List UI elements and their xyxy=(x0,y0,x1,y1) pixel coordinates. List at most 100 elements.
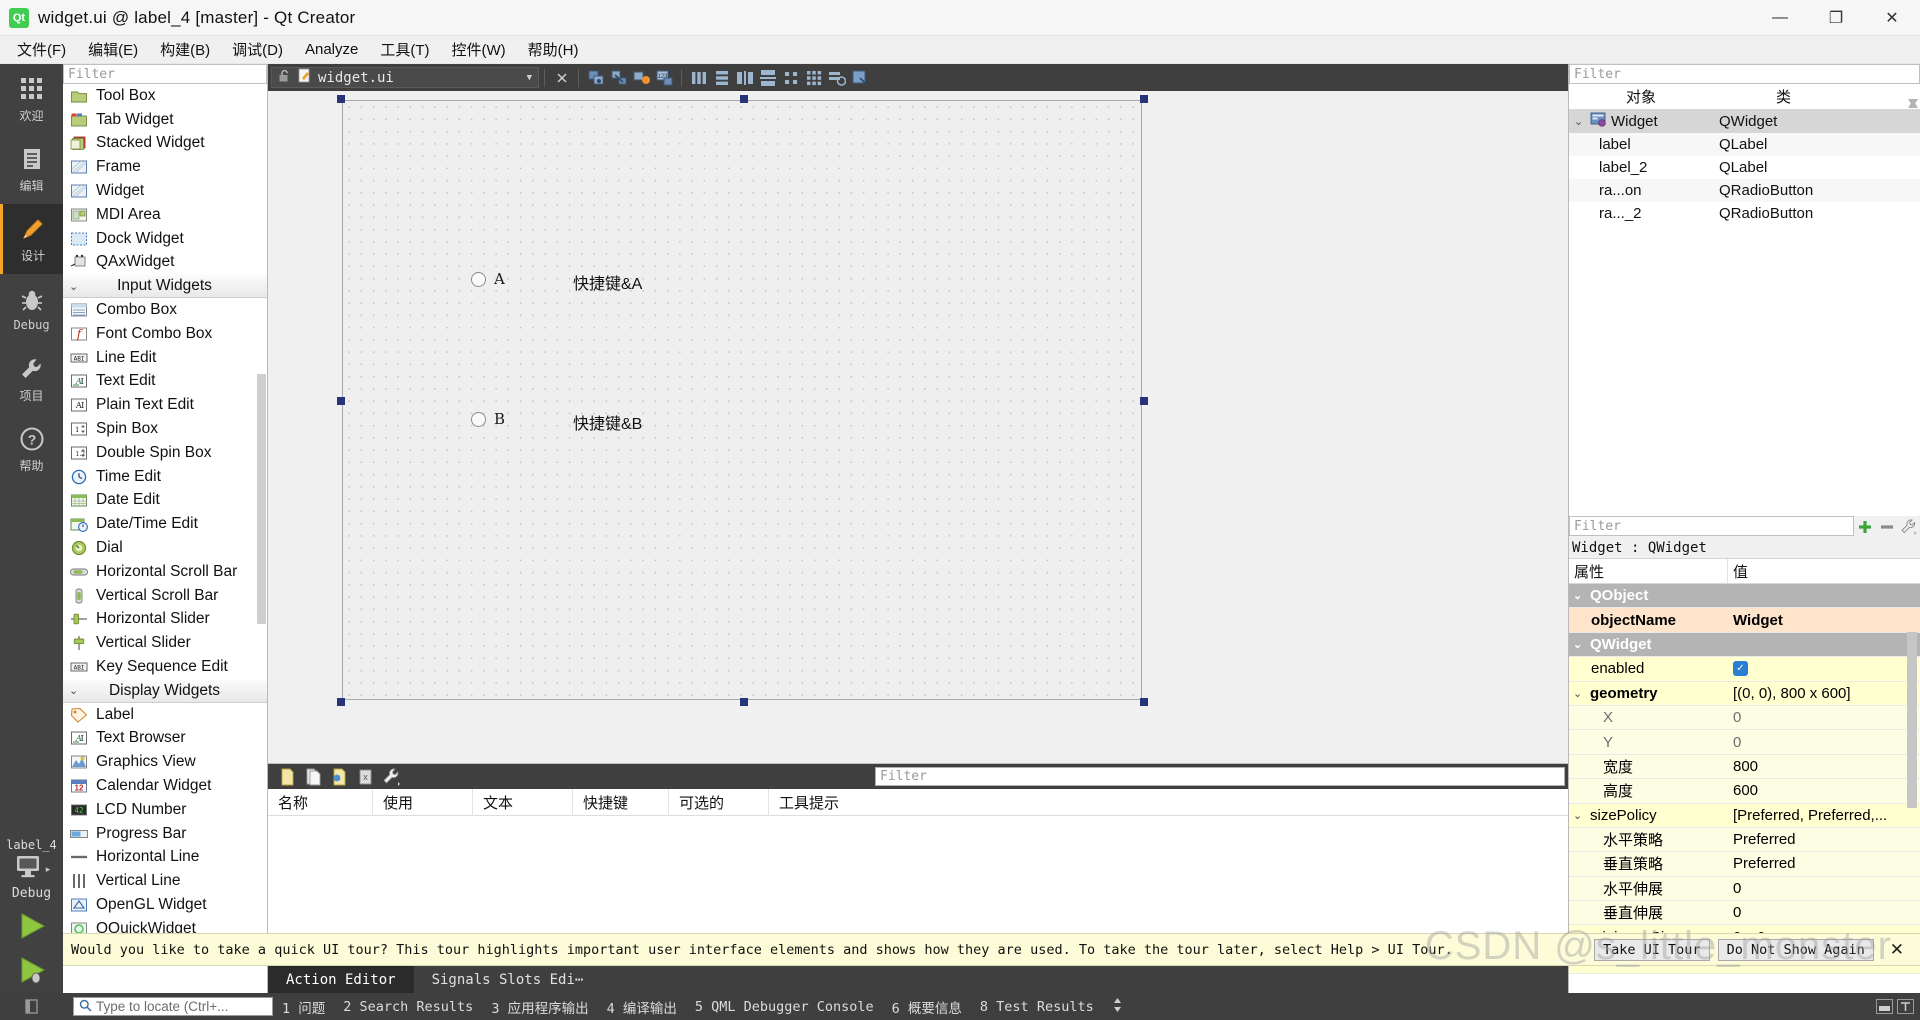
document-selector[interactable]: widget.ui ▼ xyxy=(271,67,539,88)
pe-column-value[interactable]: 值 xyxy=(1728,559,1748,583)
widget-item-date-time-edit[interactable]: Date/Time Edit xyxy=(63,512,267,536)
widget-box-list[interactable]: Tool Box Tab Widget Stacked Widget Frame Wid… xyxy=(63,84,267,993)
widget-item-dial[interactable]: Dial xyxy=(63,536,267,560)
minimize-button[interactable]: — xyxy=(1752,0,1808,36)
chevron-down-icon[interactable]: ⌄ xyxy=(1573,638,1586,651)
resize-handle-top[interactable] xyxy=(740,95,748,103)
output-pane-icon[interactable] xyxy=(1876,999,1893,1014)
start-debugging-button[interactable] xyxy=(0,947,63,993)
widget-item-horizontal-line[interactable]: Horizontal Line xyxy=(63,846,267,870)
checkbox-checked-icon[interactable]: ✓ xyxy=(1733,661,1748,677)
mode-welcome[interactable]: 欢迎 xyxy=(0,64,63,134)
property-row[interactable]: 垂直伸展 0 xyxy=(1569,901,1920,926)
column-header-tooltip[interactable]: 工具提示 xyxy=(769,789,949,816)
widget-item-label[interactable]: Label xyxy=(63,703,267,727)
edit-tab-order-icon[interactable]: 123 xyxy=(653,67,676,88)
widget-item-frame[interactable]: Frame xyxy=(63,155,267,179)
run-button[interactable] xyxy=(0,905,63,947)
wrench-icon[interactable] xyxy=(1898,516,1920,538)
pe-column-property[interactable]: 属性 xyxy=(1569,559,1728,583)
property-row[interactable]: enabled ✓ xyxy=(1569,657,1920,682)
output-pane-test-results[interactable]: 8 Test Results xyxy=(971,999,1103,1015)
widget-item-text-browser[interactable]: A I Text Browser xyxy=(63,727,267,751)
property-row[interactable]: 水平策略 Preferred xyxy=(1569,827,1920,853)
kit-selector[interactable]: label_4 ▸ Debug xyxy=(0,832,63,905)
widget-item-graphics-view[interactable]: Graphics View xyxy=(63,750,267,774)
layout-splitter-vertical-icon[interactable] xyxy=(756,67,779,88)
layout-vertically-icon[interactable] xyxy=(710,67,733,88)
radio-b[interactable]: B xyxy=(471,410,505,428)
new-action-icon[interactable] xyxy=(276,766,299,787)
property-value-cell[interactable]: [(0, 0), 800 x 600] xyxy=(1728,682,1920,705)
action-editor-filter[interactable]: Filter xyxy=(875,767,1565,786)
widget-item-double-spin-box[interactable]: 1.2 Double Spin Box xyxy=(63,441,267,465)
layout-horizontally-icon[interactable] xyxy=(687,67,710,88)
widget-item-line-edit[interactable]: ABI Line Edit xyxy=(63,346,267,370)
resize-handle-top-left[interactable] xyxy=(337,95,345,103)
widget-item-progress-bar[interactable]: Progress Bar xyxy=(63,822,267,846)
take-ui-tour-button[interactable]: Take UI Tour xyxy=(1594,938,1710,961)
resize-handle-right[interactable] xyxy=(1140,397,1148,405)
adjust-size-icon[interactable] xyxy=(848,67,871,88)
oi-column-object[interactable]: 对象 xyxy=(1626,84,1776,109)
resize-handle-bottom-left[interactable] xyxy=(337,698,345,706)
mode-design[interactable]: 设计 xyxy=(0,204,63,274)
resize-handle-left[interactable] xyxy=(337,397,345,405)
property-value-cell[interactable]: 800 xyxy=(1728,755,1920,778)
minus-icon[interactable] xyxy=(1876,516,1898,538)
chevron-down-icon[interactable]: ⌄ xyxy=(1573,809,1586,822)
menu-file[interactable]: 文件(F) xyxy=(6,36,77,63)
output-pane-search[interactable]: 2 Search Results xyxy=(334,999,482,1015)
form-widget[interactable]: A 快捷键&A B 快捷键&B xyxy=(342,100,1142,700)
resize-handle-bottom[interactable] xyxy=(740,698,748,706)
object-inspector-filter[interactable]: Filter xyxy=(1569,64,1920,84)
object-inspector-scroll-down[interactable] xyxy=(1907,96,1918,110)
close-icon[interactable] xyxy=(550,67,573,88)
column-header-text[interactable]: 文本 xyxy=(473,788,573,816)
column-header-name[interactable]: 名称 xyxy=(268,788,373,816)
resize-handle-bottom-right[interactable] xyxy=(1140,698,1148,706)
property-value-cell[interactable]: [Preferred, Preferred,... xyxy=(1728,804,1920,827)
output-pane-overview[interactable]: 6 概要信息 xyxy=(883,997,971,1017)
property-row[interactable]: objectName Widget xyxy=(1569,608,1920,633)
property-value-cell[interactable]: Widget xyxy=(1728,608,1920,631)
widget-item-dock-widget[interactable]: Dock Widget xyxy=(63,227,267,251)
object-inspector-row[interactable]: ra...on QRadioButton xyxy=(1569,179,1920,202)
widget-item-horizontal-scroll-bar[interactable]: Horizontal Scroll Bar xyxy=(63,560,267,584)
property-value-cell[interactable]: 0 xyxy=(1728,901,1920,924)
locator-input[interactable]: Type to locate (Ctrl+... xyxy=(73,997,273,1016)
property-row[interactable]: 水平伸展 0 xyxy=(1569,876,1920,902)
configure-icon[interactable] xyxy=(380,766,403,787)
menu-window[interactable]: 控件(W) xyxy=(441,36,517,63)
mode-projects[interactable]: 项目 xyxy=(0,344,63,414)
layout-form-icon[interactable] xyxy=(779,67,802,88)
widget-item-mdi-area[interactable]: MDI Area xyxy=(63,203,267,227)
chevron-down-icon[interactable]: ⌄ xyxy=(1573,589,1586,602)
property-row[interactable]: ⌄ QObject xyxy=(1569,584,1920,609)
layout-grid-icon[interactable] xyxy=(802,67,825,88)
widget-item-font-combo-box[interactable]: f Font Combo Box xyxy=(63,322,267,346)
output-pane-compile[interactable]: 4 编译输出 xyxy=(598,997,686,1017)
widget-item-time-edit[interactable]: Time Edit xyxy=(63,465,267,489)
tab-action-editor[interactable]: Action Editor xyxy=(268,966,414,993)
chevron-down-icon[interactable]: ⌄ xyxy=(1573,687,1586,700)
menu-debug[interactable]: 调试(D) xyxy=(221,36,294,63)
label-shortcut-a[interactable]: 快捷键&A xyxy=(573,270,642,294)
column-header-checkable[interactable]: 可选的 xyxy=(669,788,769,816)
property-value-cell[interactable]: 0 xyxy=(1728,877,1920,900)
layout-splitter-horizontal-icon[interactable] xyxy=(733,67,756,88)
plus-icon[interactable] xyxy=(1854,516,1876,538)
property-row[interactable]: 高度 600 xyxy=(1569,779,1920,804)
widget-item-vertical-scroll-bar[interactable]: Vertical Scroll Bar xyxy=(63,584,267,608)
output-pane-issues[interactable]: 1 问题 xyxy=(273,997,334,1017)
property-row[interactable]: ⌄ geometry [(0, 0), 800 x 600] xyxy=(1569,681,1920,706)
radio-a[interactable]: A xyxy=(471,270,505,288)
property-value-cell[interactable]: 0 xyxy=(1728,730,1920,753)
maximize-button[interactable]: ❐ xyxy=(1808,0,1864,36)
property-row[interactable]: ⌄ QWidget xyxy=(1569,632,1920,658)
widget-group-display-widgets[interactable]: ⌄ Display Widgets xyxy=(63,678,267,703)
widget-item-date-edit[interactable]: Date Edit xyxy=(63,489,267,513)
widget-item-text-edit[interactable]: A I Text Edit xyxy=(63,370,267,394)
widget-item-plain-text-edit[interactable]: A I Plain Text Edit xyxy=(63,393,267,417)
widget-item-key-sequence-edit[interactable]: ABI Key Sequence Edit xyxy=(63,655,267,679)
